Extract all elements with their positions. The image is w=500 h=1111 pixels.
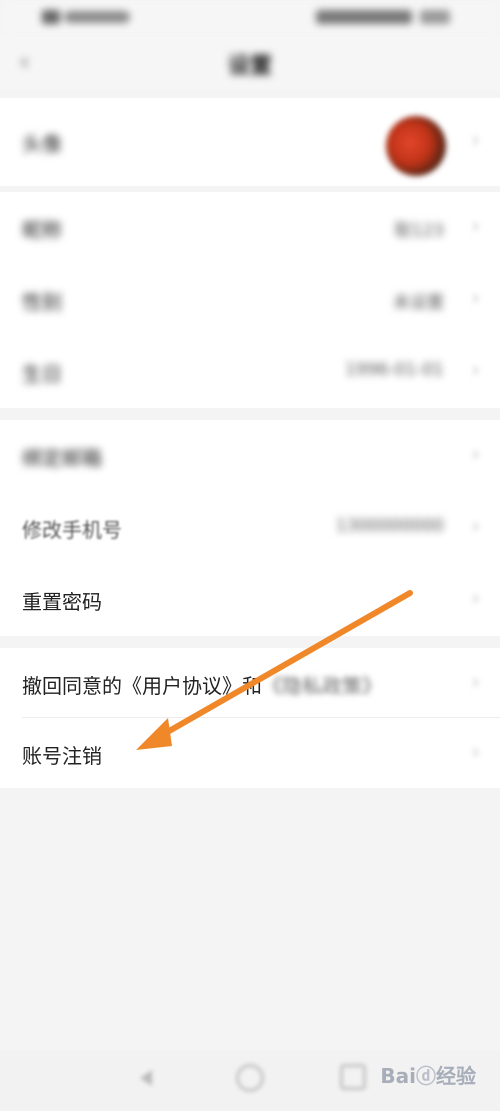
status-bar (0, 0, 500, 36)
back-nav-icon[interactable] (132, 1064, 160, 1092)
carrier-indicator (64, 11, 130, 23)
birthday-label: 生日 (22, 362, 62, 386)
account-group: 绑定邮箱 › 修改手机号 1300000000 › 重置密码 › (0, 420, 500, 636)
birthday-value: 1996-01-01 (345, 360, 444, 380)
gender-row[interactable]: 性别 未设置 › (0, 264, 500, 336)
agreement-group: 撤回同意的《用户协议》和《隐私政策》 › 账号注销 › (0, 648, 500, 788)
gender-value: 未设置 (393, 293, 444, 313)
avatar-label: 头像 (22, 132, 62, 156)
baidu-jingyan-watermark: Baiⓓ经验 (380, 1060, 476, 1089)
recent-apps-icon[interactable] (340, 1064, 366, 1090)
status-left (34, 8, 134, 26)
nickname-row[interactable]: 昵称 取123 › (0, 192, 500, 264)
avatar-row[interactable]: 头像 › (0, 98, 500, 186)
status-right (316, 8, 456, 26)
delete-account-label: 账号注销 (22, 744, 102, 768)
page-title: 设置 (227, 54, 272, 79)
watermark-text: Bai (380, 1064, 416, 1088)
birthday-row[interactable]: 生日 1996-01-01 › (0, 336, 500, 408)
revoke-agreement-text: 撤回同意的《用户协议》和 (22, 674, 262, 698)
nav-bar: ‹ 设置 (0, 36, 500, 90)
reset-password-label: 重置密码 (22, 590, 102, 614)
chevron-right-icon: › (471, 286, 480, 311)
privacy-policy-text: 《隐私政策》 (262, 674, 382, 698)
phone-value: 1300000000 (335, 516, 444, 536)
reset-password-row[interactable]: 重置密码 › (0, 564, 500, 636)
status-icons (316, 10, 412, 24)
nickname-value: 取123 (394, 221, 444, 241)
home-nav-icon[interactable] (236, 1064, 264, 1092)
delete-account-row[interactable]: 账号注销 › (0, 718, 500, 788)
revoke-agreement-label: 撤回同意的《用户协议》和《隐私政策》 (22, 670, 382, 699)
change-phone-label: 修改手机号 (22, 518, 122, 542)
revoke-agreement-row[interactable]: 撤回同意的《用户协议》和《隐私政策》 › (0, 648, 500, 718)
paw-icon: ⓓ (416, 1064, 436, 1088)
chevron-right-icon: › (471, 514, 480, 539)
chevron-right-icon: › (471, 128, 480, 153)
chevron-right-icon: › (471, 586, 480, 611)
signal-icon (42, 10, 60, 24)
watermark-suffix: 经验 (436, 1064, 476, 1088)
gender-label: 性别 (22, 290, 62, 314)
chevron-right-icon: › (471, 214, 480, 239)
avatar[interactable] (386, 116, 446, 176)
chevron-right-icon: › (471, 670, 480, 695)
battery-icon (420, 10, 450, 24)
info-group: 昵称 取123 › 性别 未设置 › 生日 1996-01-01 › (0, 192, 500, 408)
change-phone-row[interactable]: 修改手机号 1300000000 › (0, 492, 500, 564)
chevron-right-icon: › (471, 442, 480, 467)
email-row[interactable]: 绑定邮箱 › (0, 420, 500, 492)
chevron-right-icon: › (471, 358, 480, 383)
nickname-label: 昵称 (22, 218, 62, 242)
email-label: 绑定邮箱 (22, 446, 102, 470)
chevron-right-icon: › (471, 740, 480, 765)
avatar-group: 头像 › (0, 98, 500, 186)
